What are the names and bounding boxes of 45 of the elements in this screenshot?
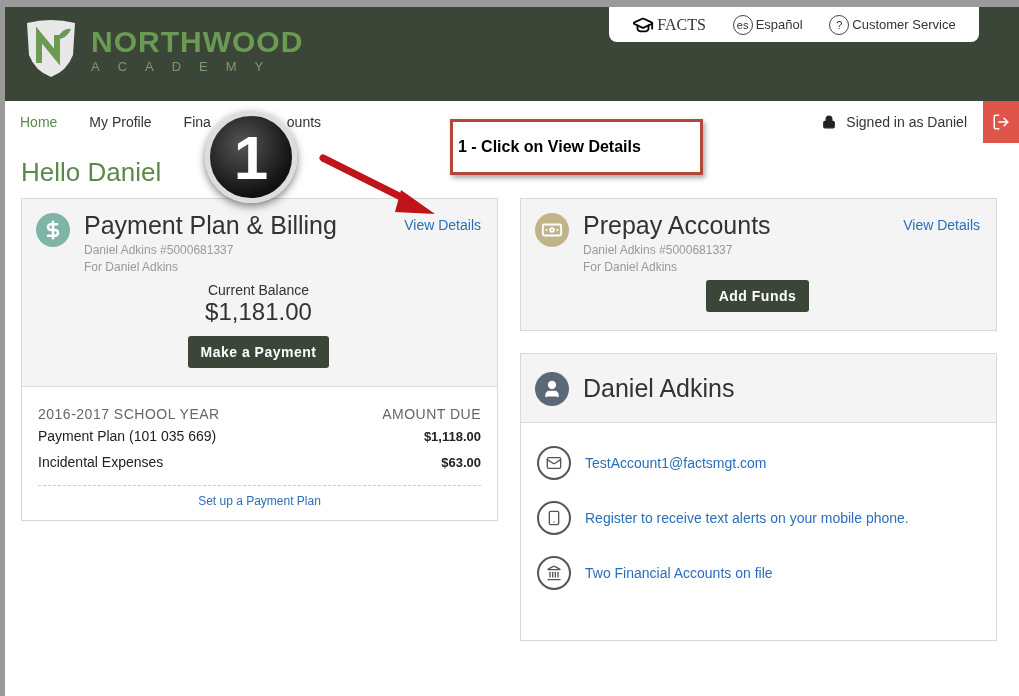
profile-link[interactable]: Two Financial Accounts on file	[585, 564, 773, 581]
envelope-icon	[537, 445, 571, 480]
view-details-link[interactable]: View Details	[404, 217, 481, 233]
shield-logo-icon	[25, 19, 77, 79]
nav-link[interactable]: My Profile	[89, 114, 152, 130]
banknote-icon	[535, 213, 569, 247]
nav-link[interactable]: ounts	[286, 114, 322, 130]
setup-payment-plan-link[interactable]: Set up a Payment Plan	[38, 494, 481, 508]
balance-label: Current Balance	[207, 282, 310, 298]
amount-due-heading: AMOUNT DUE	[382, 406, 481, 422]
instruction-callout: 1 - Click on View Details	[450, 119, 703, 175]
nav-link[interactable]: Fina	[183, 114, 211, 130]
greeting: Hello Daniel	[21, 157, 162, 188]
card-title: Payment Plan & Billing	[84, 211, 338, 240]
charge-amount: $63.00	[441, 454, 481, 470]
lock-icon	[822, 115, 837, 129]
account-number: Daniel Adkins #5000681337	[583, 243, 734, 257]
logo-subtitle: ACADEMY	[91, 58, 283, 74]
profile-name: Daniel Adkins	[583, 373, 735, 403]
account-owner: For Daniel Adkins	[583, 260, 679, 274]
user-icon	[535, 372, 569, 406]
card-title: Prepay Accounts	[583, 211, 772, 240]
profile-link[interactable]: TestAccount1@factsmgt.com	[585, 454, 767, 471]
signed-in-text: Signed in as Daniel	[846, 114, 967, 130]
logo-name: NORTHWOOD	[91, 24, 304, 59]
make-payment-button[interactable]: Make a Payment	[187, 336, 330, 368]
language-link[interactable]: es Español	[732, 14, 803, 35]
school-year-heading: 2016-2017 SCHOOL YEAR	[38, 406, 220, 422]
nav-link[interactable]: Home	[20, 114, 58, 130]
account-number: Daniel Adkins #5000681337	[84, 243, 235, 257]
logout-button[interactable]	[983, 101, 1019, 143]
dollar-icon	[36, 213, 70, 247]
logout-icon	[992, 113, 1010, 131]
customer-service-link[interactable]: ? Customer Service	[829, 14, 956, 35]
charge-label: Payment Plan (101 035 669)	[38, 428, 217, 444]
charge-amount: $1,118.00	[423, 428, 481, 444]
account-owner: For Daniel Adkins	[84, 260, 180, 274]
add-funds-button[interactable]: Add Funds	[705, 280, 810, 312]
bank-icon	[537, 555, 571, 590]
facts-link[interactable]: FACTS	[632, 13, 706, 36]
charge-label: Incidental Expenses	[38, 454, 164, 470]
balance-amount: $1,181.00	[205, 298, 312, 326]
view-details-link[interactable]: View Details	[903, 217, 980, 233]
profile-link[interactable]: Register to receive text alerts on your mobile phone.	[585, 509, 909, 526]
phone-icon	[537, 500, 571, 535]
